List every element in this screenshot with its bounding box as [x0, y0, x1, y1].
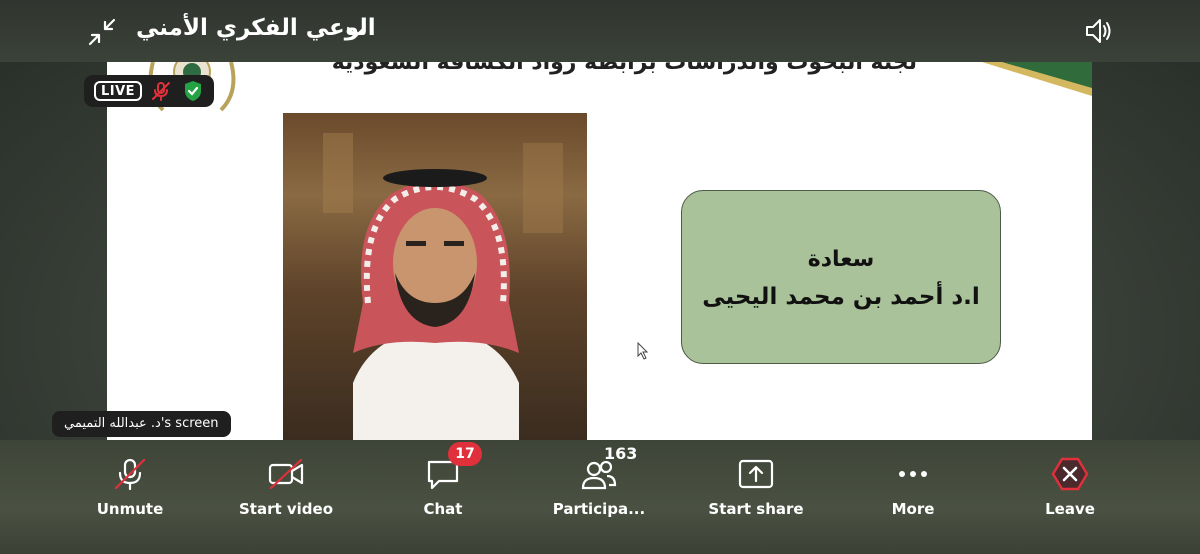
leave-label: Leave	[1045, 500, 1095, 518]
meeting-toolbar: Unmute Start video 17 Chat 163 Participa…	[0, 440, 1200, 554]
speaker-name-box: سعادة ا.د أحمد بن محمد اليحيى	[681, 190, 1001, 364]
participants-count: 163	[604, 444, 638, 463]
leave-hexagon-icon	[1051, 457, 1089, 491]
unmute-label: Unmute	[96, 500, 164, 518]
mouse-cursor-icon	[637, 342, 649, 360]
chat-label: Chat	[423, 500, 463, 518]
unmute-button[interactable]: Unmute	[55, 440, 205, 554]
honorific-text: سعادة	[807, 247, 875, 272]
participants-button[interactable]: 163 Participa...	[524, 440, 674, 554]
start-share-button[interactable]: Start share	[681, 440, 831, 554]
more-dots-icon	[899, 471, 927, 477]
shared-screen-slide: لجنة البحوث والدراسات برابطة رواد الكشاف…	[107, 62, 1092, 440]
exit-fullscreen-icon[interactable]	[86, 16, 118, 48]
chat-button[interactable]: 17 Chat	[368, 440, 518, 554]
host-mic-muted-icon	[152, 82, 170, 101]
chevron-down-icon[interactable]	[344, 20, 368, 44]
chat-unread-badge: 17	[448, 442, 482, 466]
start-share-label: Start share	[708, 500, 804, 518]
slide-corner-ribbon	[982, 62, 1092, 96]
meeting-title[interactable]: الوعي الفكري الأمني	[136, 15, 376, 41]
participants-label: Participa...	[552, 500, 646, 518]
mic-off-icon	[114, 458, 146, 491]
more-label: More	[891, 500, 935, 518]
live-badge: LIVE	[94, 81, 143, 101]
meeting-status-pill: LIVE	[84, 75, 214, 107]
meeting-top-bar: الوعي الفكري الأمني	[0, 0, 1200, 62]
video-off-icon	[268, 458, 304, 490]
more-button[interactable]: More	[838, 440, 988, 554]
speaker-icon[interactable]	[1082, 14, 1116, 48]
security-shield-icon	[185, 81, 201, 101]
start-video-label: Start video	[238, 500, 334, 518]
screen-share-owner-label: د. عبدالله التميمي's screen	[52, 411, 231, 437]
leave-button[interactable]: Leave	[995, 440, 1145, 554]
slide-header: لجنة البحوث والدراسات برابطة رواد الكشاف…	[331, 62, 917, 75]
speaker-name-text: ا.د أحمد بن محمد اليحيى	[702, 284, 980, 310]
speaker-portrait	[283, 113, 587, 440]
share-screen-icon	[738, 459, 774, 489]
start-video-button[interactable]: Start video	[211, 440, 361, 554]
